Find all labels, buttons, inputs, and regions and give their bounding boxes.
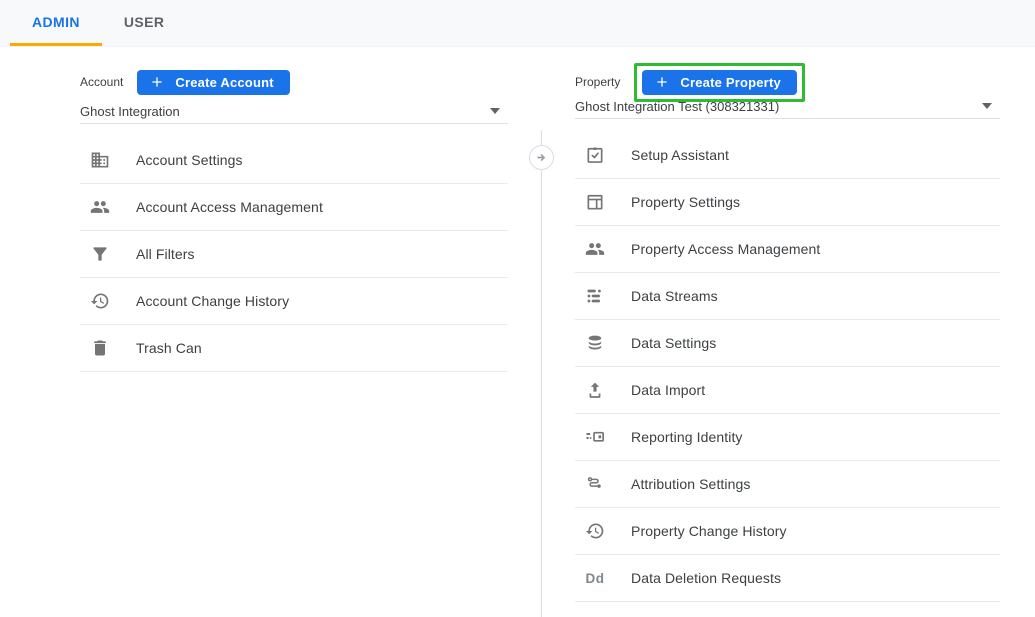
menu-item-data-settings[interactable]: Data Settings [575, 320, 1000, 367]
menu-item-label: Account Change History [136, 293, 289, 309]
menu-item-account-settings[interactable]: Account Settings [80, 137, 508, 184]
menu-item-label: Reporting Identity [631, 429, 743, 445]
menu-item-label: Property Change History [631, 523, 787, 539]
menu-item-label: Setup Assistant [631, 147, 729, 163]
menu-item-label: Data Deletion Requests [631, 570, 781, 586]
menu-item-label: All Filters [136, 246, 195, 262]
menu-item-property-change-history[interactable]: Property Change History [575, 508, 1000, 555]
account-menu: Account Settings Account Access Manageme… [80, 137, 508, 372]
upload-icon [584, 379, 606, 401]
menu-item-label: Data Settings [631, 335, 716, 351]
property-menu: Setup Assistant Property Settings Proper… [575, 132, 1000, 602]
create-property-button[interactable]: Create Property [642, 70, 797, 95]
menu-item-label: Attribution Settings [631, 476, 751, 492]
create-property-button-label: Create Property [680, 75, 781, 90]
menu-item-label: Account Access Management [136, 199, 323, 215]
menu-item-property-settings[interactable]: Property Settings [575, 179, 1000, 226]
create-account-button[interactable]: Create Account [137, 70, 289, 95]
menu-item-trash-can[interactable]: Trash Can [80, 325, 508, 372]
menu-item-label: Property Settings [631, 194, 740, 210]
panel-divider [541, 130, 542, 617]
menu-item-all-filters[interactable]: All Filters [80, 231, 508, 278]
history-icon [584, 520, 606, 542]
account-selector-value: Ghost Integration [80, 104, 180, 119]
collapse-panel-button[interactable] [529, 145, 554, 170]
create-account-button-label: Create Account [175, 75, 273, 90]
history-icon [89, 290, 111, 312]
account-selector[interactable]: Ghost Integration [80, 103, 508, 124]
account-label: Account [80, 75, 123, 89]
menu-item-label: Property Access Management [631, 241, 820, 257]
menu-item-account-access-management[interactable]: Account Access Management [80, 184, 508, 231]
people-icon [89, 196, 111, 218]
property-panel: Property Create Property Ghost Integrati… [575, 62, 1000, 602]
menu-item-setup-assistant[interactable]: Setup Assistant [575, 132, 1000, 179]
menu-item-label: Data Streams [631, 288, 718, 304]
dd-glyph-icon: Dd [584, 567, 606, 589]
menu-item-data-streams[interactable]: Data Streams [575, 273, 1000, 320]
attribution-path-icon [584, 473, 606, 495]
tab-admin[interactable]: ADMIN [10, 0, 102, 46]
annotation-highlight-box: Create Property [634, 63, 805, 102]
data-streams-icon [584, 285, 606, 307]
window-layout-icon [584, 191, 606, 213]
plus-icon [654, 74, 670, 90]
tab-admin-label: ADMIN [32, 14, 80, 30]
account-panel: Account Create Account Ghost Integration… [80, 62, 508, 372]
building-icon [89, 149, 111, 171]
menu-item-data-import[interactable]: Data Import [575, 367, 1000, 414]
admin-user-tabbar: ADMIN USER [0, 0, 1035, 47]
menu-item-property-access-management[interactable]: Property Access Management [575, 226, 1000, 273]
menu-item-label: Trash Can [136, 340, 202, 356]
menu-item-attribution-settings[interactable]: Attribution Settings [575, 461, 1000, 508]
property-selector-value: Ghost Integration Test (308321331) [575, 99, 779, 114]
plus-icon [149, 74, 165, 90]
tab-user[interactable]: USER [102, 0, 187, 46]
filter-icon [89, 243, 111, 265]
trash-icon [89, 337, 111, 359]
tab-user-label: USER [124, 14, 165, 30]
property-header: Property Create Property [575, 62, 1000, 102]
dropdown-caret-icon [982, 103, 992, 109]
identity-card-icon [584, 426, 606, 448]
menu-item-reporting-identity[interactable]: Reporting Identity [575, 414, 1000, 461]
menu-item-data-deletion-requests[interactable]: Dd Data Deletion Requests [575, 555, 1000, 602]
database-icon [584, 332, 606, 354]
arrow-right-icon [535, 151, 548, 164]
menu-item-label: Account Settings [136, 152, 243, 168]
menu-item-label: Data Import [631, 382, 705, 398]
account-header: Account Create Account [80, 62, 508, 102]
dropdown-caret-icon [490, 108, 500, 114]
property-label: Property [575, 75, 620, 89]
checklist-clipboard-icon [584, 144, 606, 166]
people-icon [584, 238, 606, 260]
menu-item-account-change-history[interactable]: Account Change History [80, 278, 508, 325]
